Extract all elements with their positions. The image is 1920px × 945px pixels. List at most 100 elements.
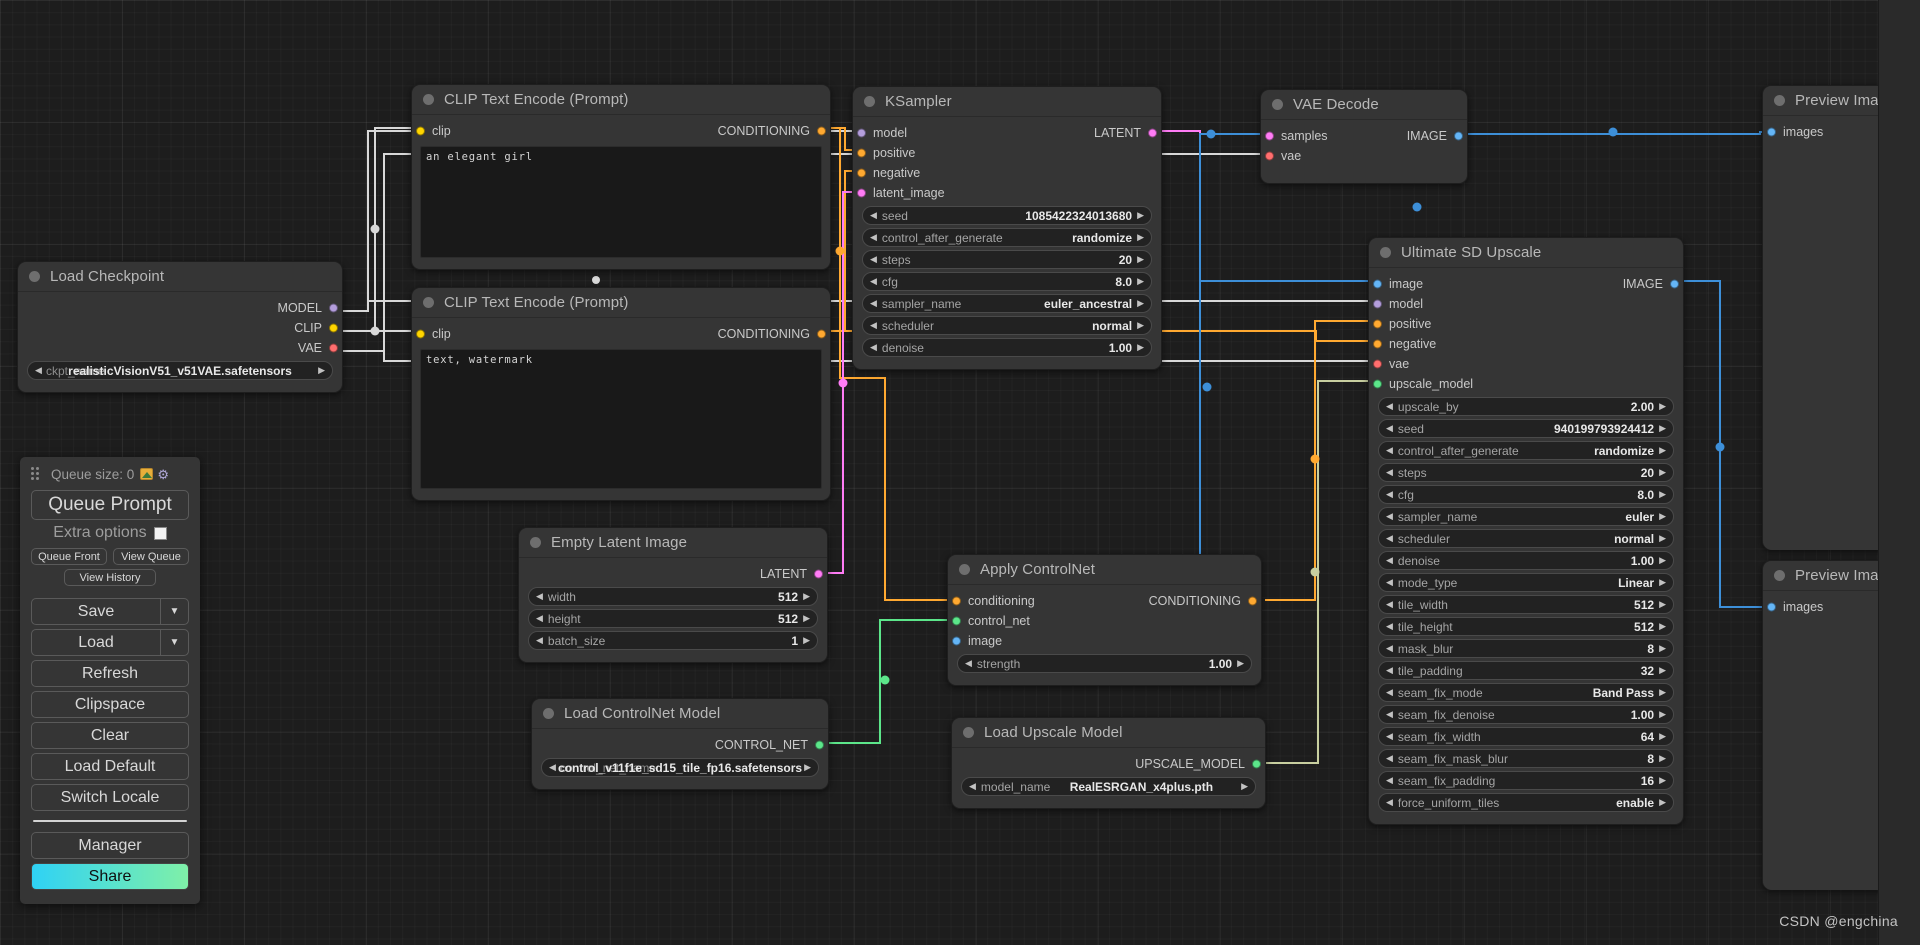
port-dot-image-out[interactable] bbox=[1670, 279, 1679, 289]
collapse-dot-icon[interactable] bbox=[423, 297, 434, 308]
node-load-checkpoint[interactable]: Load Checkpoint MODEL CLIP VAE ◀ ckpt_na… bbox=[17, 261, 343, 393]
widget-right-arrow-icon[interactable]: ▶ bbox=[1137, 233, 1144, 242]
view-queue-button[interactable]: View Queue bbox=[113, 548, 189, 565]
port-dot-negative[interactable] bbox=[1373, 339, 1382, 349]
node-title-bar[interactable]: KSampler bbox=[853, 87, 1161, 117]
widget-scheduler[interactable]: ◀ scheduler normal ▶ bbox=[1378, 529, 1674, 548]
widget-right-arrow-icon[interactable]: ▶ bbox=[1659, 424, 1666, 433]
widget-right-arrow-icon[interactable]: ▶ bbox=[1137, 277, 1144, 286]
node-apply-controlnet[interactable]: Apply ControlNet conditioning CONDITIONI… bbox=[947, 554, 1262, 686]
port-dot-image[interactable] bbox=[952, 636, 961, 646]
input-slot-negative[interactable]: negative bbox=[853, 163, 1161, 183]
output-slot-vae[interactable]: VAE bbox=[18, 338, 342, 358]
widget-right-arrow-icon[interactable]: ▶ bbox=[1137, 299, 1144, 308]
widget-right-arrow-icon[interactable]: ▶ bbox=[1241, 782, 1248, 791]
widget-cfg[interactable]: ◀ cfg 8.0 ▶ bbox=[1378, 485, 1674, 504]
widget-left-arrow-icon[interactable]: ◀ bbox=[1386, 600, 1393, 609]
load-caret-icon[interactable]: ▼ bbox=[160, 630, 188, 655]
output-slot-control-net[interactable]: CONTROL_NET bbox=[532, 735, 828, 755]
switch-locale-button[interactable]: Switch Locale bbox=[31, 784, 189, 811]
output-slot-clip[interactable]: CLIP bbox=[18, 318, 342, 338]
widget-right-arrow-icon[interactable]: ▶ bbox=[1659, 490, 1666, 499]
node-empty-latent-image[interactable]: Empty Latent Image LATENT ◀ width 512 ▶ … bbox=[518, 527, 828, 663]
node-ultimate-sd-upscale[interactable]: Ultimate SD Upscale image IMAGE model po… bbox=[1368, 237, 1684, 825]
widget-left-arrow-icon[interactable]: ◀ bbox=[1386, 446, 1393, 455]
widget-right-arrow-icon[interactable]: ▶ bbox=[1659, 468, 1666, 477]
port-dot-negative[interactable] bbox=[857, 168, 866, 178]
widget-width[interactable]: ◀ width 512 ▶ bbox=[528, 587, 818, 606]
port-dot-control-net[interactable] bbox=[815, 740, 824, 750]
widget-left-arrow-icon[interactable]: ◀ bbox=[536, 614, 543, 623]
port-dot-vae[interactable] bbox=[329, 343, 338, 353]
widget-right-arrow-icon[interactable]: ▶ bbox=[1659, 776, 1666, 785]
widget-left-arrow-icon[interactable]: ◀ bbox=[1386, 666, 1393, 675]
node-clip-text-encode-positive[interactable]: CLIP Text Encode (Prompt) clip CONDITION… bbox=[411, 84, 831, 270]
collapse-dot-icon[interactable] bbox=[530, 537, 541, 548]
widget-left-arrow-icon[interactable]: ◀ bbox=[870, 211, 877, 220]
collapse-dot-icon[interactable] bbox=[1272, 99, 1283, 110]
save-caret-icon[interactable]: ▼ bbox=[160, 599, 188, 624]
widget-strength[interactable]: ◀ strength 1.00 ▶ bbox=[957, 654, 1252, 673]
collapse-dot-icon[interactable] bbox=[959, 564, 970, 575]
clear-button[interactable]: Clear bbox=[31, 722, 189, 749]
widget-right-arrow-icon[interactable]: ▶ bbox=[1659, 512, 1666, 521]
node-title-bar[interactable]: Load Checkpoint bbox=[18, 262, 342, 292]
output-slot-conditioning[interactable]: CONDITIONING bbox=[948, 591, 1261, 611]
widget-right-arrow-icon[interactable]: ▶ bbox=[1659, 578, 1666, 587]
refresh-button[interactable]: Refresh bbox=[31, 660, 189, 687]
node-title-bar[interactable]: Load ControlNet Model bbox=[532, 699, 828, 729]
widget-sampler-name[interactable]: ◀ sampler_name euler ▶ bbox=[1378, 507, 1674, 526]
manager-button[interactable]: Manager bbox=[31, 832, 189, 859]
output-slot-image[interactable]: IMAGE bbox=[1261, 126, 1467, 146]
image-icon[interactable] bbox=[140, 468, 154, 480]
widget-right-arrow-icon[interactable]: ▶ bbox=[1137, 321, 1144, 330]
widget-seam-fix-denoise[interactable]: ◀ seam_fix_denoise 1.00 ▶ bbox=[1378, 705, 1674, 724]
widget-right-arrow-icon[interactable]: ▶ bbox=[804, 763, 811, 772]
widget-left-arrow-icon[interactable]: ◀ bbox=[1386, 644, 1393, 653]
input-slot-model[interactable]: model bbox=[1369, 294, 1683, 314]
widget-left-arrow-icon[interactable]: ◀ bbox=[1386, 424, 1393, 433]
widget-tile-padding[interactable]: ◀ tile_padding 32 ▶ bbox=[1378, 661, 1674, 680]
output-slot-upscale-model[interactable]: UPSCALE_MODEL bbox=[952, 754, 1265, 774]
widget-right-arrow-icon[interactable]: ▶ bbox=[1659, 622, 1666, 631]
widget-seam-fix-mask-blur[interactable]: ◀ seam_fix_mask_blur 8 ▶ bbox=[1378, 749, 1674, 768]
widget-left-arrow-icon[interactable]: ◀ bbox=[549, 763, 556, 772]
widget-left-arrow-icon[interactable]: ◀ bbox=[1386, 754, 1393, 763]
widget-left-arrow-icon[interactable]: ◀ bbox=[536, 636, 543, 645]
port-dot-positive[interactable] bbox=[857, 148, 866, 158]
prompt-textarea[interactable]: an elegant girl bbox=[420, 146, 822, 258]
collapse-dot-icon[interactable] bbox=[1774, 570, 1785, 581]
comfy-menu-panel[interactable]: Queue size: 0 ⚙ Queue Prompt Extra optio… bbox=[20, 457, 200, 904]
widget-right-arrow-icon[interactable]: ▶ bbox=[1237, 659, 1244, 668]
input-slot-control-net[interactable]: control_net bbox=[948, 611, 1261, 631]
widget-left-arrow-icon[interactable]: ◀ bbox=[1386, 798, 1393, 807]
widget-sampler-name[interactable]: ◀ sampler_name euler_ancestral ▶ bbox=[862, 294, 1152, 313]
widget-height[interactable]: ◀ height 512 ▶ bbox=[528, 609, 818, 628]
widget-left-arrow-icon[interactable]: ◀ bbox=[870, 277, 877, 286]
port-dot-images[interactable] bbox=[1767, 602, 1776, 612]
widget-left-arrow-icon[interactable]: ◀ bbox=[870, 233, 877, 242]
widget-tile-width[interactable]: ◀ tile_width 512 ▶ bbox=[1378, 595, 1674, 614]
node-title-bar[interactable]: CLIP Text Encode (Prompt) bbox=[412, 288, 830, 318]
widget-control-after-generate[interactable]: ◀ control_after_generate randomize ▶ bbox=[1378, 441, 1674, 460]
widget-left-arrow-icon[interactable]: ◀ bbox=[1386, 622, 1393, 631]
port-dot-vae[interactable] bbox=[1373, 359, 1382, 369]
widget-tile-height[interactable]: ◀ tile_height 512 ▶ bbox=[1378, 617, 1674, 636]
widget-control-net-name[interactable]: ◀ control_net_name control_v11f1e_sd15_t… bbox=[541, 758, 819, 777]
collapse-dot-icon[interactable] bbox=[1380, 247, 1391, 258]
widget-right-arrow-icon[interactable]: ▶ bbox=[1659, 446, 1666, 455]
widget-right-arrow-icon[interactable]: ▶ bbox=[803, 636, 810, 645]
collapse-dot-icon[interactable] bbox=[963, 727, 974, 738]
widget-left-arrow-icon[interactable]: ◀ bbox=[1386, 490, 1393, 499]
widget-left-arrow-icon[interactable]: ◀ bbox=[1386, 710, 1393, 719]
collapse-dot-icon[interactable] bbox=[423, 94, 434, 105]
node-title-bar[interactable]: CLIP Text Encode (Prompt) bbox=[412, 85, 830, 115]
node-clip-text-encode-negative[interactable]: CLIP Text Encode (Prompt) clip CONDITION… bbox=[411, 287, 831, 501]
widget-seam-fix-mode[interactable]: ◀ seam_fix_mode Band Pass ▶ bbox=[1378, 683, 1674, 702]
collapse-dot-icon[interactable] bbox=[864, 96, 875, 107]
load-button[interactable]: Load ▼ bbox=[31, 629, 189, 656]
widget-cfg[interactable]: ◀ cfg 8.0 ▶ bbox=[862, 272, 1152, 291]
widget-steps[interactable]: ◀ steps 20 ▶ bbox=[862, 250, 1152, 269]
widget-force-uniform-tiles[interactable]: ◀ force_uniform_tiles enable ▶ bbox=[1378, 793, 1674, 812]
view-history-button[interactable]: View History bbox=[64, 569, 156, 586]
